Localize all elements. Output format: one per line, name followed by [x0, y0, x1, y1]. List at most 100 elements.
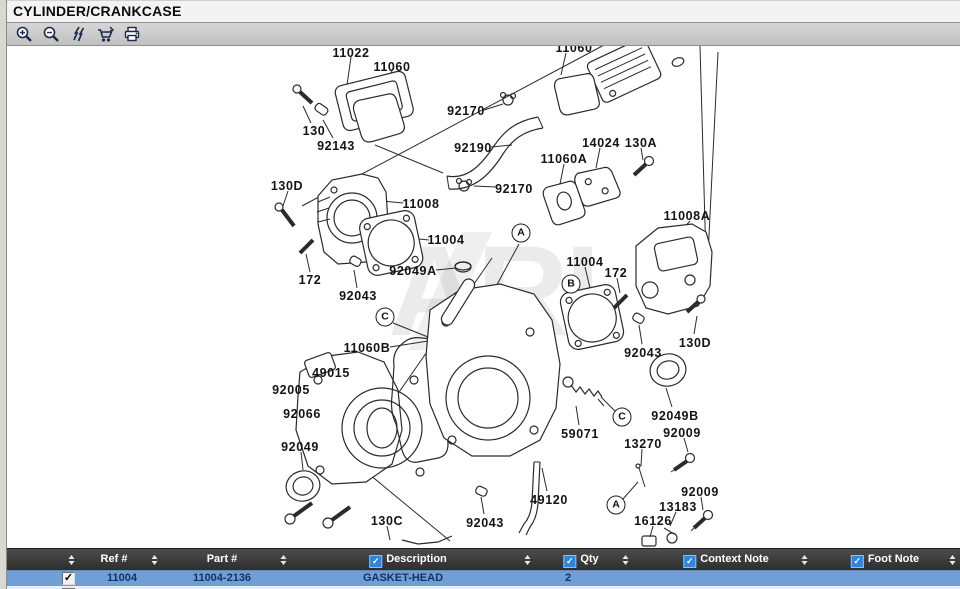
part-spring-screw-59071 — [563, 377, 604, 406]
cell-ref: 11004 — [107, 571, 137, 586]
qty-column-checkbox[interactable]: ✓ — [563, 555, 576, 568]
context-note-column-checkbox[interactable]: ✓ — [683, 555, 696, 568]
part-pin-13270 — [636, 464, 645, 487]
part-cap-92043-bottom — [475, 485, 488, 497]
zoom-in-button[interactable] — [14, 25, 34, 43]
part-gasket-11060-right — [553, 73, 600, 117]
column-header-context-note[interactable]: ✓Context Note — [683, 549, 768, 570]
part-label-92009-b[interactable]: 92009 — [681, 485, 719, 499]
part-label-92190[interactable]: 92190 — [454, 141, 492, 155]
exploded-parts-diagram — [0, 0, 960, 589]
sort-icon[interactable] — [949, 555, 958, 565]
part-stud-172-left — [300, 240, 313, 253]
part-label-172-r[interactable]: 172 — [605, 266, 628, 280]
part-label-92043-c[interactable]: 92043 — [466, 516, 504, 530]
print-button[interactable] — [122, 25, 142, 43]
part-hex-bolt-1 — [285, 503, 312, 524]
part-label-130C[interactable]: 130C — [371, 514, 403, 528]
sort-icon[interactable] — [524, 555, 533, 565]
part-label-92043[interactable]: 92043 — [339, 289, 377, 303]
part-label-11060B[interactable]: 11060B — [344, 341, 391, 355]
part-label-11008A[interactable]: 11008A — [664, 209, 711, 223]
part-label-11004[interactable]: 11004 — [427, 233, 464, 247]
cell-qty: 2 — [565, 571, 571, 586]
part-label-92066[interactable]: 92066 — [283, 407, 321, 421]
sort-icon[interactable] — [622, 555, 631, 565]
zoom-out-button[interactable] — [41, 25, 61, 43]
add-to-cart-button[interactable] — [95, 25, 115, 43]
part-label-11060A[interactable]: 11060A — [541, 152, 588, 166]
part-label-11004-r[interactable]: 11004 — [566, 255, 603, 269]
part-label-49015[interactable]: 49015 — [312, 366, 350, 380]
add-to-cart-icon — [96, 25, 115, 43]
callout-c2: C — [613, 408, 632, 427]
part-plug-small — [671, 56, 685, 68]
column-header-qty-label: Qty — [580, 553, 598, 565]
part-label-16126[interactable]: 16126 — [634, 514, 672, 528]
sort-icon[interactable] — [801, 555, 810, 565]
part-label-130A[interactable]: 130A — [625, 136, 657, 150]
hotspot-icon — [69, 25, 87, 43]
sort-icon[interactable] — [68, 555, 77, 565]
row-checkbox[interactable]: ✓ — [62, 572, 75, 585]
cell-part: 11004-2136 — [193, 571, 251, 586]
part-bolt-130D-left — [275, 203, 294, 226]
parts-grid: Ref # Part # ✓Description ✓ Qty ✓Context … — [7, 548, 960, 589]
part-plug-92143 — [314, 102, 329, 116]
part-label-172[interactable]: 172 — [299, 273, 322, 287]
part-label-92049A[interactable]: 92049A — [389, 264, 436, 278]
column-header-ref[interactable]: Ref # — [101, 549, 128, 570]
part-label-13183[interactable]: 13183 — [659, 500, 697, 514]
part-label-92043-r[interactable]: 92043 — [624, 346, 662, 360]
part-label-13270[interactable]: 13270 — [624, 437, 662, 451]
part-label-11060[interactable]: 11060 — [373, 60, 410, 74]
part-label-92005[interactable]: 92005 — [272, 383, 310, 397]
part-bolt-130A — [634, 157, 654, 176]
callout-a2: A — [607, 496, 626, 515]
part-label-11022[interactable]: 11022 — [332, 46, 369, 60]
column-header-description[interactable]: ✓Description — [369, 549, 447, 570]
part-label-92049[interactable]: 92049 — [281, 440, 319, 454]
callout-a: A — [512, 224, 531, 243]
part-label-92049B[interactable]: 92049B — [651, 409, 698, 423]
part-clamp-92170-a — [501, 93, 516, 106]
part-bracket-130C — [402, 536, 452, 544]
part-clip-13183 — [664, 528, 677, 543]
column-header-foot-note-label: Foot Note — [868, 553, 919, 565]
description-column-checkbox[interactable]: ✓ — [369, 555, 382, 568]
column-header-part[interactable]: Part # — [207, 549, 238, 570]
part-label-130D[interactable]: 130D — [271, 179, 303, 193]
zoom-in-icon — [15, 25, 33, 43]
hotspot-select-button[interactable] — [68, 25, 88, 43]
part-label-92143[interactable]: 92143 — [317, 139, 355, 153]
column-header-qty[interactable]: ✓ Qty — [563, 549, 598, 570]
part-label-92170[interactable]: 92170 — [447, 104, 485, 118]
part-label-130[interactable]: 130 — [303, 124, 326, 138]
cell-description: GASKET-HEAD — [363, 571, 443, 586]
foot-note-column-checkbox[interactable]: ✓ — [851, 555, 864, 568]
part-label-59071[interactable]: 59071 — [561, 427, 599, 441]
part-16126 — [642, 536, 656, 546]
toolbar — [7, 23, 960, 46]
zoom-out-icon — [42, 25, 60, 43]
part-label-92170-b[interactable]: 92170 — [495, 182, 533, 196]
part-hex-bolt-2 — [323, 507, 350, 528]
left-border-gutter — [0, 0, 7, 589]
part-label-130D-r[interactable]: 130D — [679, 336, 711, 350]
table-row-selected[interactable]: ✓ 11004 11004-2136 GASKET-HEAD 2 — [7, 570, 960, 586]
part-bolt-130 — [293, 85, 312, 103]
part-crankcase-49120 — [426, 277, 560, 456]
print-icon — [123, 25, 141, 43]
title-bar: CYLINDER/CRANKCASE — [7, 0, 960, 24]
part-label-49120[interactable]: 49120 — [530, 493, 568, 507]
callout-c: C — [376, 308, 395, 327]
part-screw-92009-upper — [671, 454, 695, 473]
sort-icon[interactable] — [151, 555, 160, 565]
part-label-11008[interactable]: 11008 — [402, 197, 439, 211]
callout-b: B — [562, 275, 581, 294]
column-header-foot-note[interactable]: ✓ Foot Note — [851, 549, 919, 570]
part-label-92009[interactable]: 92009 — [663, 426, 701, 440]
sort-icon[interactable] — [280, 555, 289, 565]
parts-catalog-window: ARI — [0, 0, 960, 589]
part-label-14024[interactable]: 14024 — [582, 136, 620, 150]
